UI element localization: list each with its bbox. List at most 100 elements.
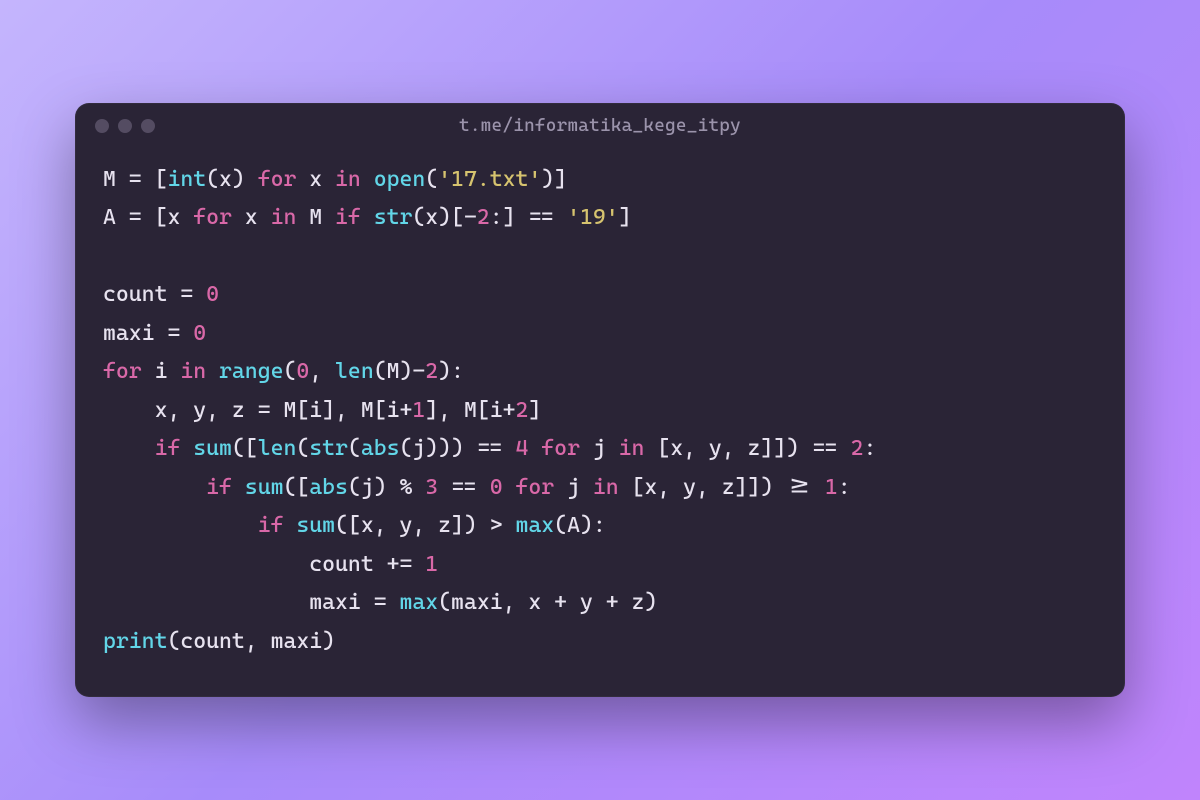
- code-token: int: [167, 167, 206, 192]
- code-token: in: [619, 436, 645, 461]
- code-token: if: [155, 436, 181, 461]
- code-token: :: [838, 475, 851, 500]
- code-token: )[-: [438, 205, 477, 230]
- code-token: ==: [477, 436, 503, 461]
- code-line: if sum([x, y, z]) > max(A):: [103, 507, 1097, 546]
- code-token: (: [425, 167, 438, 192]
- code-token: +: [503, 398, 516, 423]
- code-token: (: [374, 359, 387, 384]
- code-token: ))): [425, 436, 477, 461]
- code-line: count = 0: [103, 276, 1097, 315]
- code-token: 2: [477, 205, 490, 230]
- code-token: j: [361, 475, 374, 500]
- code-token: [180, 436, 193, 461]
- code-token: [103, 513, 258, 538]
- code-token: [: [374, 398, 387, 423]
- code-token: for: [516, 475, 555, 500]
- code-token: for: [103, 359, 142, 384]
- maximize-icon[interactable]: [141, 119, 155, 133]
- code-token: max: [399, 590, 438, 615]
- code-token: j: [412, 436, 425, 461]
- code-token: (: [283, 359, 296, 384]
- code-token: i: [142, 359, 181, 384]
- code-token: ([: [283, 475, 309, 500]
- code-token: ): [644, 590, 657, 615]
- code-token: [438, 475, 451, 500]
- code-token: [: [632, 475, 645, 500]
- code-token: >=: [786, 475, 812, 500]
- code-token: ):: [580, 513, 606, 538]
- minimize-icon[interactable]: [118, 119, 132, 133]
- code-token: for: [193, 205, 232, 230]
- code-token: ): [374, 475, 400, 500]
- code-token: [206, 359, 219, 384]
- code-token: [: [155, 167, 168, 192]
- code-token: in: [335, 167, 361, 192]
- code-token: [387, 590, 400, 615]
- code-token: M: [296, 205, 335, 230]
- code-token: if: [206, 475, 232, 500]
- code-token: (: [206, 167, 219, 192]
- code-token: +: [399, 398, 412, 423]
- code-token: [232, 475, 245, 500]
- code-token: in: [180, 359, 206, 384]
- code-token: +: [606, 590, 619, 615]
- code-token: len: [335, 359, 374, 384]
- code-token: str: [374, 205, 413, 230]
- titlebar: t.me/informatika_kege_itpy: [75, 103, 1125, 143]
- code-token: [283, 513, 296, 538]
- code-token: +=: [387, 552, 413, 577]
- code-line: A = [x for x in M if str(x)[-2:] == '19'…: [103, 199, 1097, 238]
- code-token: if: [258, 513, 284, 538]
- code-token: [503, 475, 516, 500]
- code-token: i: [387, 398, 400, 423]
- code-token: M: [271, 398, 297, 423]
- code-token: x: [425, 205, 438, 230]
- code-token: M: [361, 398, 374, 423]
- code-token: (: [438, 590, 451, 615]
- code-token: [: [296, 398, 309, 423]
- code-token: =: [180, 282, 193, 307]
- code-line: if sum([abs(j) % 3 == 0 for j in [x, y, …: [103, 469, 1097, 508]
- code-token: )]: [541, 167, 567, 192]
- code-token: [103, 475, 206, 500]
- code-token: +: [554, 590, 567, 615]
- code-token: ): [322, 629, 335, 654]
- code-token: count, maxi: [180, 629, 322, 654]
- code-token: :: [864, 436, 877, 461]
- code-token: [554, 205, 567, 230]
- code-token: count: [103, 552, 387, 577]
- code-token: M: [464, 398, 477, 423]
- code-token: [528, 436, 541, 461]
- code-token: ]: [619, 205, 632, 230]
- code-token: [193, 282, 206, 307]
- code-token: [412, 475, 425, 500]
- code-token: ,: [309, 359, 335, 384]
- code-token: len: [258, 436, 297, 461]
- code-token: =: [167, 321, 180, 346]
- code-token: i: [490, 398, 503, 423]
- code-token: maxi: [103, 590, 374, 615]
- code-token: ]]): [735, 475, 787, 500]
- code-token: 4: [516, 436, 529, 461]
- code-token: (: [412, 205, 425, 230]
- close-icon[interactable]: [95, 119, 109, 133]
- code-token: A: [567, 513, 580, 538]
- code-line: x, y, z = M[i], M[i+1], M[i+2]: [103, 392, 1097, 431]
- code-token: ],: [425, 398, 464, 423]
- code-token: M: [387, 359, 400, 384]
- code-token: str: [309, 436, 348, 461]
- code-token: x, y, z: [103, 398, 258, 423]
- code-token: ==: [812, 436, 838, 461]
- code-token: y: [567, 590, 606, 615]
- code-token: count: [103, 282, 180, 307]
- code-token: (: [399, 436, 412, 461]
- code-token: z: [619, 590, 645, 615]
- code-token: 0: [193, 321, 206, 346]
- code-token: 1: [425, 552, 438, 577]
- code-token: x, y, z: [644, 475, 734, 500]
- code-token: ]): [451, 513, 490, 538]
- code-token: for: [541, 436, 580, 461]
- code-token: ==: [528, 205, 554, 230]
- code-token: x: [232, 205, 271, 230]
